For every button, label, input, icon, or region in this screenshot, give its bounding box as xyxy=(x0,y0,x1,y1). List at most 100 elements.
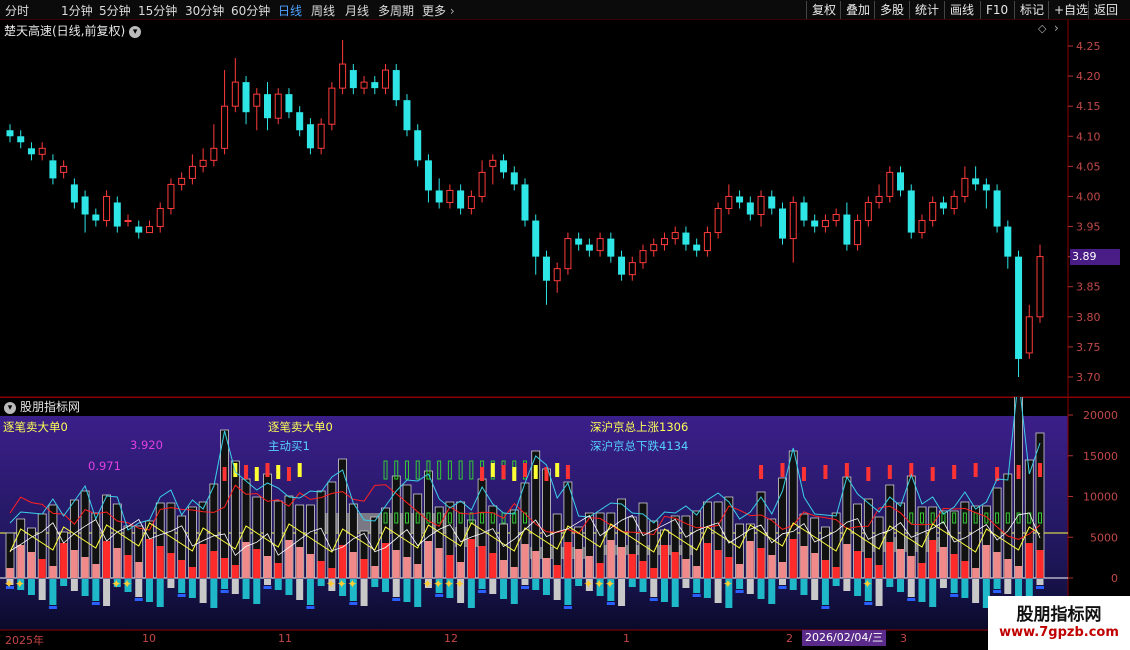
volume-bar-fill xyxy=(306,554,314,578)
volume-bar-fill xyxy=(264,556,271,578)
volume-bar-fill xyxy=(854,551,862,578)
volume-bar-fill xyxy=(135,562,143,578)
negative-bar xyxy=(221,579,229,589)
butterfly-icon: ✦ xyxy=(594,577,604,591)
candle-body-down xyxy=(392,70,400,101)
tab-period-30min[interactable]: 30分钟 xyxy=(185,2,224,19)
mark-button[interactable]: 标记 xyxy=(1014,1,1049,19)
volume-bar-fill xyxy=(682,559,690,578)
candle-body-down xyxy=(306,124,314,149)
volume-bar-fill xyxy=(993,552,1001,578)
candle-body-up xyxy=(467,195,475,209)
volume-bar-fill xyxy=(746,541,754,578)
f10-button[interactable]: F10 xyxy=(980,1,1013,19)
volume-bar-fill xyxy=(897,549,905,578)
tab-period-daily[interactable]: 日线 xyxy=(278,2,302,19)
candle-body-up xyxy=(489,159,497,167)
candlestick-chart[interactable]: 4.254.204.154.104.054.003.953.903.853.80… xyxy=(0,20,1130,398)
candle-body-up xyxy=(274,93,282,119)
candle-body-up xyxy=(929,201,937,222)
butterfly-icon: ✦ xyxy=(444,577,454,591)
volume-bar-fill xyxy=(296,547,304,578)
signal-tick xyxy=(565,465,570,479)
candle-body-up xyxy=(961,177,969,197)
blue-marker xyxy=(521,586,529,589)
candle-body-up xyxy=(156,207,164,228)
negative-bar xyxy=(60,579,68,586)
butterfly-icon: ✦ xyxy=(862,577,872,591)
candle-body-up xyxy=(231,81,239,107)
negative-bar xyxy=(575,579,583,586)
x-label-2: 2 xyxy=(786,632,793,645)
multi-stock-button[interactable]: 多股 xyxy=(874,1,909,19)
volume-bar-fill xyxy=(671,552,679,578)
volume-bar-fill xyxy=(693,566,701,578)
volume-bar-fill xyxy=(811,553,819,578)
candle-body-down xyxy=(542,256,550,281)
tab-period-15min[interactable]: 15分钟 xyxy=(138,2,177,19)
negative-bar xyxy=(210,579,218,608)
volume-bar-fill xyxy=(178,560,186,578)
signal-tick xyxy=(297,463,302,477)
candle-body-up xyxy=(671,232,679,240)
add-watchlist-button[interactable]: +自选 xyxy=(1048,1,1093,19)
candle-body-up xyxy=(188,165,196,179)
candle-body-down xyxy=(575,238,583,245)
indicator-chart[interactable]: ✦ ✦ ✦ ✦ ✦ ✦ ✦ ✦ ✦ ✦ ✦ ✦ ✦ ✦ ✦ ✦ 20000150001000050000 xyxy=(0,397,1130,650)
blue-marker xyxy=(91,602,100,605)
tab-period-5min[interactable]: 5分钟 xyxy=(99,2,131,19)
price-tick-label: 4.20 xyxy=(1076,70,1101,83)
candle-body-up xyxy=(210,147,218,161)
volume-bar-fill xyxy=(317,561,325,578)
candle-body-down xyxy=(414,130,422,161)
chevron-down-icon[interactable]: ▾ xyxy=(129,25,142,38)
signal-tick xyxy=(276,465,281,479)
tab-period-60min[interactable]: 60分钟 xyxy=(231,2,270,19)
negative-bar xyxy=(242,579,250,599)
butterfly-icon: ✦ xyxy=(15,577,25,591)
negative-bar xyxy=(264,579,271,585)
diamond-icon[interactable]: ◇ xyxy=(1038,22,1046,35)
tab-period-fenshi[interactable]: 分时 xyxy=(5,2,29,19)
back-button[interactable]: 返回 xyxy=(1088,1,1123,19)
negative-bar xyxy=(371,579,379,587)
blue-marker xyxy=(263,586,272,589)
chevron-down-icon[interactable]: ▾ xyxy=(4,401,16,414)
price-tick-label: 4.10 xyxy=(1076,130,1101,143)
tab-period-more[interactable]: 更多 › xyxy=(422,2,455,19)
tab-period-1min[interactable]: 1分钟 xyxy=(61,2,93,19)
signal-tick xyxy=(222,467,227,481)
blue-marker xyxy=(349,602,358,605)
blue-marker xyxy=(692,594,701,597)
candle-body-up xyxy=(553,268,561,282)
volume-bar-fill xyxy=(886,542,894,578)
overlay-button[interactable]: 叠加 xyxy=(840,1,875,19)
negative-bar xyxy=(296,579,304,600)
negative-bar xyxy=(382,579,390,592)
butterfly-icon: ✦ xyxy=(723,577,733,591)
negative-bar xyxy=(993,579,1001,589)
blue-marker xyxy=(435,594,444,597)
candle-body-down xyxy=(435,190,443,203)
candle-body-down xyxy=(113,202,121,227)
candle-body-down xyxy=(92,214,100,221)
negative-bar xyxy=(886,579,894,587)
candle-body-up xyxy=(253,93,261,107)
chevron-right-icon[interactable]: › xyxy=(1054,21,1059,35)
stats-button[interactable]: 统计 xyxy=(909,1,944,19)
blue-marker xyxy=(993,590,1002,593)
signal-tick xyxy=(759,465,764,479)
tab-period-weekly[interactable]: 周线 xyxy=(311,2,335,19)
volume-bar-fill xyxy=(103,541,111,578)
negative-bar xyxy=(757,579,765,599)
volume-bar-fill xyxy=(650,568,658,578)
price-tick-label: 4.00 xyxy=(1076,190,1101,203)
stock-title: 楚天高速(日线,前复权) ▾ xyxy=(4,22,142,39)
tab-period-monthly[interactable]: 月线 xyxy=(345,2,369,19)
volume-bar-fill xyxy=(918,563,926,578)
draw-line-button[interactable]: 画线 xyxy=(944,1,979,19)
fuquan-button[interactable]: 复权 xyxy=(806,1,841,19)
candle-body-down xyxy=(49,160,57,179)
x-label-12: 12 xyxy=(444,632,458,645)
tab-period-multi[interactable]: 多周期 xyxy=(378,2,414,19)
